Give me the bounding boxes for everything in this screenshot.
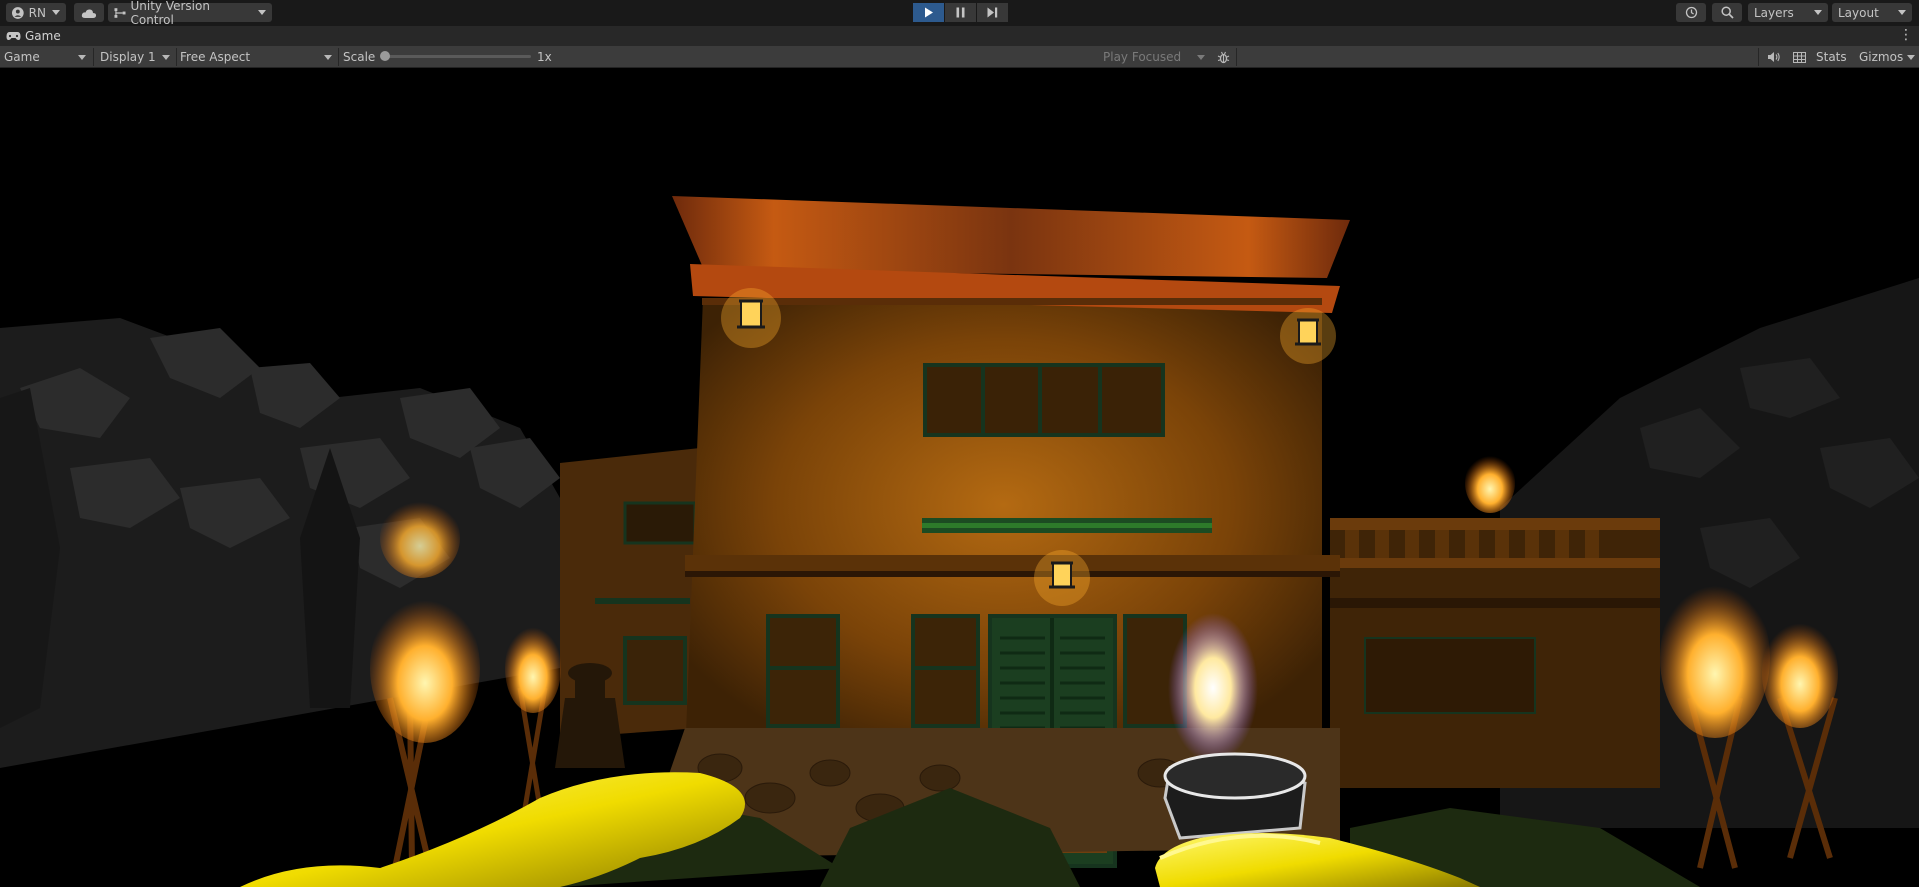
- flashlight: [1163, 752, 1307, 840]
- divider: [93, 48, 94, 66]
- pause-icon: [956, 7, 965, 18]
- aspect-select[interactable]: Free Aspect: [176, 49, 336, 65]
- divider: [1236, 48, 1237, 66]
- kebab-icon[interactable]: ⋮: [1899, 28, 1913, 42]
- play-icon: [924, 7, 933, 18]
- gamepad-icon: [6, 32, 21, 41]
- view-select-label: Game: [4, 50, 40, 64]
- search-icon: [1720, 6, 1734, 19]
- account-button[interactable]: RN: [6, 3, 66, 22]
- step-button[interactable]: [977, 3, 1008, 22]
- account-icon: [12, 6, 24, 19]
- stats-button[interactable]: Stats: [1812, 49, 1852, 65]
- version-control-label: Unity Version Control: [130, 0, 210, 27]
- bug-button[interactable]: [1212, 49, 1234, 65]
- game-viewport[interactable]: [0, 68, 1919, 887]
- cloud-icon: [81, 8, 97, 18]
- version-control-icon: [114, 7, 126, 18]
- history-icon: [1685, 6, 1697, 19]
- account-label: RN: [28, 5, 46, 20]
- layout-label: Layout: [1838, 5, 1879, 20]
- chevron-down-icon: [78, 55, 86, 60]
- play-button[interactable]: [913, 3, 944, 22]
- grid-button[interactable]: [1788, 49, 1810, 65]
- chevron-down-icon: [1197, 55, 1205, 60]
- chevron-down-icon: [258, 10, 266, 15]
- aspect-select-label: Free Aspect: [180, 50, 251, 64]
- chevron-down-icon: [52, 10, 60, 15]
- version-control-button[interactable]: Unity Version Control: [108, 0, 272, 27]
- stats-label: Stats: [1816, 50, 1847, 64]
- scale-slider[interactable]: [380, 51, 531, 61]
- chevron-down-icon: [162, 55, 170, 60]
- cloud-button[interactable]: [74, 3, 104, 22]
- play-focused-label: Play Focused: [1103, 50, 1182, 64]
- game-tab-bar: Game ⋮: [0, 26, 1919, 46]
- bug-icon: [1217, 51, 1229, 63]
- step-icon: [987, 7, 998, 18]
- layers-dropdown[interactable]: Layers: [1748, 3, 1828, 22]
- layers-label: Layers: [1754, 5, 1794, 20]
- audio-icon: [1767, 52, 1780, 62]
- audio-mute-button[interactable]: [1762, 49, 1784, 65]
- tab-game-label: Game: [25, 29, 61, 43]
- gizmos-dropdown[interactable]: Gizmos: [1855, 49, 1917, 65]
- scale-label-text: Scale: [343, 50, 376, 64]
- game-view-toolbar: Game Display 1 Free Aspect Scale 1x Play…: [0, 46, 1919, 68]
- view-select[interactable]: Game: [0, 49, 90, 65]
- display-select[interactable]: Display 1: [96, 49, 174, 65]
- game-scene: [0, 196, 1919, 887]
- gizmos-label: Gizmos: [1859, 50, 1904, 64]
- chevron-down-icon: [1898, 10, 1906, 15]
- history-button[interactable]: [1676, 3, 1706, 22]
- main-toolbar: RN Unity Version Control Layers Layout: [0, 0, 1919, 27]
- display-select-label: Display 1: [100, 50, 156, 64]
- divider: [1758, 48, 1759, 66]
- pause-button[interactable]: [945, 3, 976, 22]
- layout-dropdown[interactable]: Layout: [1832, 3, 1912, 22]
- play-focused-select[interactable]: Play Focused: [1099, 49, 1209, 65]
- search-button[interactable]: [1712, 3, 1742, 22]
- scale-value: 1x: [533, 49, 573, 65]
- lantern: [721, 288, 781, 348]
- tab-game[interactable]: Game: [6, 29, 61, 43]
- chevron-down-icon: [324, 55, 332, 60]
- chevron-down-icon: [1814, 10, 1822, 15]
- grid-icon: [1792, 51, 1806, 63]
- scale-slider-handle[interactable]: [380, 51, 390, 61]
- scale-value-text: 1x: [537, 50, 552, 64]
- chevron-down-icon: [1907, 55, 1915, 60]
